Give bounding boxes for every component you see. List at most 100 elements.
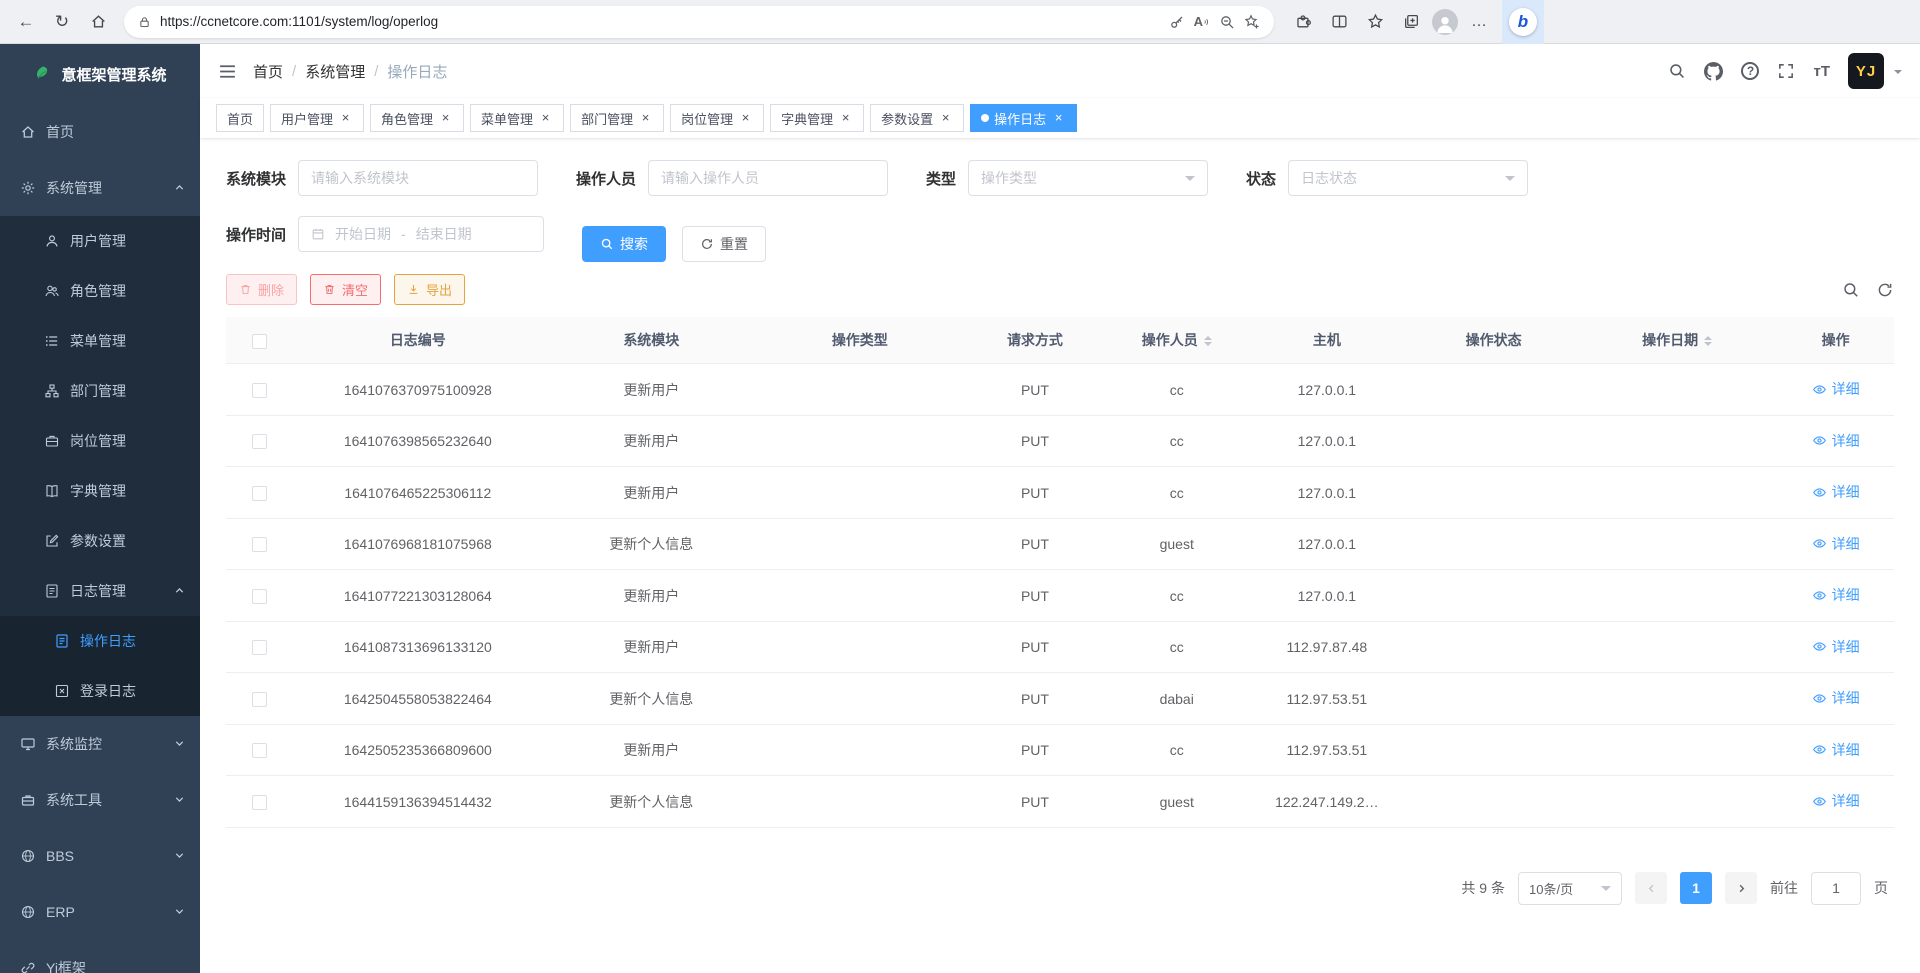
- prev-page-button[interactable]: [1635, 872, 1667, 904]
- more-menu-icon[interactable]: …: [1464, 7, 1494, 37]
- sort-control[interactable]: [1204, 332, 1212, 350]
- clear-button[interactable]: 清空: [310, 274, 381, 305]
- help-icon[interactable]: ?: [1741, 62, 1759, 80]
- page-size-select[interactable]: 10条/页: [1518, 872, 1622, 905]
- profile-avatar[interactable]: [1432, 9, 1458, 35]
- sidebar-item-role-management[interactable]: 角色管理: [0, 266, 200, 316]
- detail-link[interactable]: 详细: [1812, 791, 1860, 811]
- detail-link[interactable]: 详细: [1812, 740, 1860, 760]
- fullscreen-icon[interactable]: [1777, 62, 1795, 80]
- sidebar-item-erp[interactable]: ERP: [0, 884, 200, 940]
- sidebar-item-menu-management[interactable]: 菜单管理: [0, 316, 200, 366]
- search-button[interactable]: 搜索: [582, 226, 666, 262]
- tab-post-management[interactable]: 岗位管理×: [670, 104, 764, 132]
- sidebar-item-log-management[interactable]: 日志管理: [0, 566, 200, 616]
- row-checkbox[interactable]: [252, 537, 267, 552]
- password-key-icon[interactable]: [1169, 14, 1185, 30]
- next-page-button[interactable]: [1725, 872, 1757, 904]
- row-checkbox[interactable]: [252, 640, 267, 655]
- tab-menu-management[interactable]: 菜单管理×: [470, 104, 564, 132]
- delete-button[interactable]: 删除: [226, 274, 297, 305]
- tab-role-management[interactable]: 角色管理×: [370, 104, 464, 132]
- sidebar-item-post-management[interactable]: 岗位管理: [0, 416, 200, 466]
- browser-home-icon[interactable]: [82, 6, 114, 38]
- sidebar-item-bbs[interactable]: BBS: [0, 828, 200, 884]
- split-screen-icon[interactable]: [1324, 7, 1354, 37]
- tab-home[interactable]: 首页: [216, 104, 264, 132]
- add-favorite-icon[interactable]: [1244, 14, 1260, 30]
- row-checkbox[interactable]: [252, 383, 267, 398]
- close-icon[interactable]: ×: [1051, 111, 1066, 126]
- module-input[interactable]: [298, 160, 538, 196]
- search-toggle-icon[interactable]: [1842, 281, 1860, 299]
- row-checkbox[interactable]: [252, 486, 267, 501]
- close-icon[interactable]: ×: [338, 111, 353, 126]
- cell-log-id: 1641076398565232640: [293, 415, 543, 467]
- row-checkbox[interactable]: [252, 692, 267, 707]
- detail-link[interactable]: 详细: [1812, 637, 1860, 657]
- sidebar-item-operation-log[interactable]: 操作日志: [0, 616, 200, 666]
- row-checkbox[interactable]: [252, 434, 267, 449]
- sidebar-item-home[interactable]: 首页: [0, 104, 200, 160]
- sidebar-item-system-management[interactable]: 系统管理: [0, 160, 200, 216]
- close-icon[interactable]: ×: [638, 111, 653, 126]
- close-icon[interactable]: ×: [938, 111, 953, 126]
- tab-operation-log[interactable]: 操作日志×: [970, 104, 1077, 132]
- text-size-icon[interactable]: тT: [1813, 63, 1830, 80]
- collections-icon[interactable]: [1396, 7, 1426, 37]
- tab-user-management[interactable]: 用户管理×: [270, 104, 364, 132]
- address-bar[interactable]: https://ccnetcore.com:1101/system/log/op…: [124, 6, 1274, 38]
- tab-dept-management[interactable]: 部门管理×: [570, 104, 664, 132]
- date-range-input[interactable]: 开始日期 - 结束日期: [298, 216, 544, 252]
- sidebar-item-dict-management[interactable]: 字典管理: [0, 466, 200, 516]
- breadcrumb-home[interactable]: 首页: [253, 61, 283, 82]
- detail-link[interactable]: 详细: [1812, 534, 1860, 554]
- close-icon[interactable]: ×: [538, 111, 553, 126]
- github-icon[interactable]: [1704, 62, 1723, 81]
- sort-control[interactable]: [1704, 332, 1712, 350]
- sidebar-item-system-tools[interactable]: 系统工具: [0, 772, 200, 828]
- extensions-icon[interactable]: [1288, 7, 1318, 37]
- sidebar-item-param-settings[interactable]: 参数设置: [0, 516, 200, 566]
- select-all-checkbox[interactable]: [252, 334, 267, 349]
- close-icon[interactable]: ×: [838, 111, 853, 126]
- detail-link[interactable]: 详细: [1812, 431, 1860, 451]
- close-icon[interactable]: ×: [738, 111, 753, 126]
- chevron-down-icon[interactable]: [1894, 70, 1902, 78]
- refresh-icon[interactable]: [1876, 281, 1894, 299]
- row-checkbox[interactable]: [252, 589, 267, 604]
- favorites-icon[interactable]: [1360, 7, 1390, 37]
- row-checkbox[interactable]: [252, 795, 267, 810]
- close-icon[interactable]: ×: [438, 111, 453, 126]
- copilot-button[interactable]: b: [1502, 0, 1544, 44]
- sidebar-toggle-icon[interactable]: [218, 62, 237, 81]
- breadcrumb-system-management[interactable]: 系统管理: [305, 61, 365, 82]
- detail-link[interactable]: 详细: [1812, 379, 1860, 399]
- sidebar-item-login-log[interactable]: 登录日志: [0, 666, 200, 716]
- tab-dict-management[interactable]: 字典管理×: [770, 104, 864, 132]
- sidebar-item-user-management[interactable]: 用户管理: [0, 216, 200, 266]
- row-checkbox[interactable]: [252, 743, 267, 758]
- zoom-out-icon[interactable]: [1219, 14, 1235, 30]
- reload-icon[interactable]: ↻: [46, 6, 78, 38]
- breadcrumb-separator: /: [292, 63, 296, 80]
- type-select[interactable]: 操作类型: [968, 160, 1208, 196]
- goto-page-input[interactable]: [1811, 872, 1861, 905]
- current-page[interactable]: 1: [1680, 872, 1712, 904]
- tab-param-settings[interactable]: 参数设置×: [870, 104, 964, 132]
- detail-link[interactable]: 详细: [1812, 585, 1860, 605]
- reset-button[interactable]: 重置: [682, 226, 766, 262]
- sidebar-item-dept-management[interactable]: 部门管理: [0, 366, 200, 416]
- user-avatar[interactable]: YJ: [1848, 53, 1884, 89]
- export-button[interactable]: 导出: [394, 274, 465, 305]
- sidebar-item-yi-framework[interactable]: Yi框架: [0, 940, 200, 973]
- detail-link[interactable]: 详细: [1812, 688, 1860, 708]
- read-aloud-icon[interactable]: A: [1194, 14, 1210, 29]
- status-select[interactable]: 日志状态: [1288, 160, 1528, 196]
- detail-link[interactable]: 详细: [1812, 482, 1860, 502]
- search-icon[interactable]: [1668, 62, 1686, 80]
- sidebar-item-system-monitor[interactable]: 系统监控: [0, 716, 200, 772]
- back-icon[interactable]: ←: [10, 6, 42, 38]
- operator-input[interactable]: [648, 160, 888, 196]
- url-text[interactable]: https://ccnetcore.com:1101/system/log/op…: [160, 14, 1160, 29]
